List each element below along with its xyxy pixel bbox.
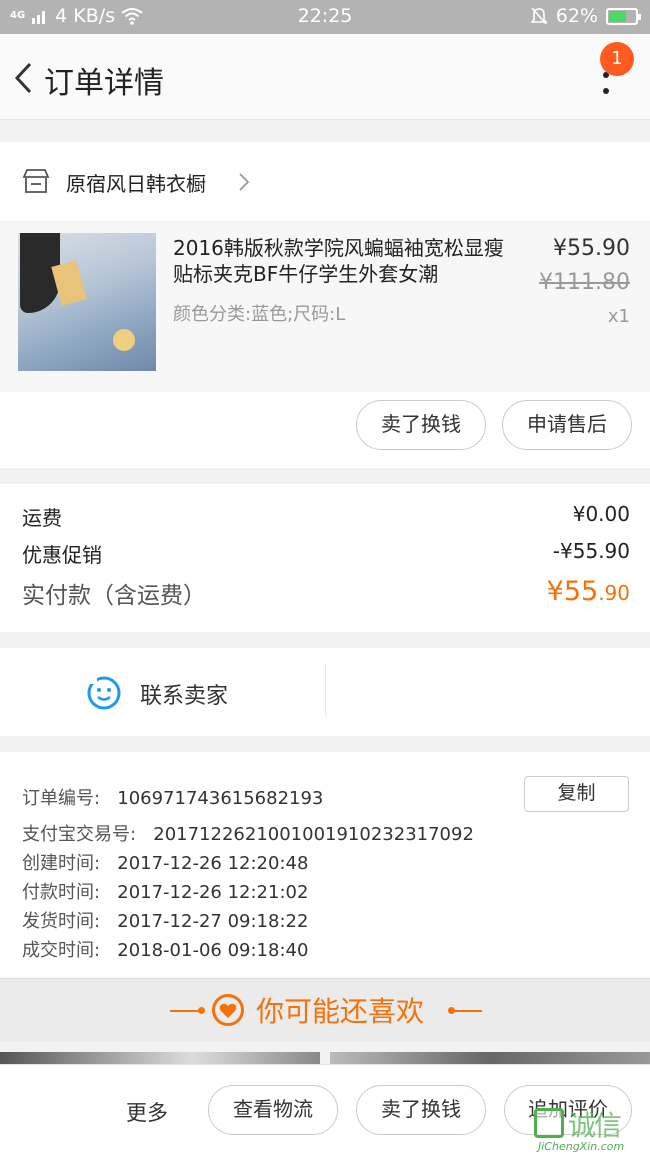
shipped-time: 2017-12-27 09:18:22 bbox=[117, 911, 309, 932]
completed-label: 成交时间: bbox=[22, 940, 101, 961]
order-number: 106971743615682193 bbox=[117, 788, 324, 809]
alipay-label: 支付宝交易号: bbox=[22, 824, 137, 845]
watermark-logo: 诚信 JiChengXin.com bbox=[534, 1100, 650, 1155]
watermark-url: JiChengXin.com bbox=[538, 1140, 625, 1153]
chat-smile-icon[interactable] bbox=[86, 674, 122, 710]
total-integer: ¥55 bbox=[546, 576, 599, 607]
discount-value: -¥55.90 bbox=[552, 539, 630, 563]
total-decimal: .90 bbox=[598, 581, 630, 605]
copy-button[interactable]: 复制 bbox=[524, 776, 629, 812]
more-button[interactable]: 更多 bbox=[126, 1097, 168, 1127]
completed-row: 成交时间: 2018-01-06 09:18:40 bbox=[22, 936, 308, 962]
product-image[interactable] bbox=[18, 233, 156, 371]
back-arrow-icon[interactable] bbox=[10, 58, 40, 98]
completed-time: 2018-01-06 09:18:40 bbox=[117, 940, 309, 961]
shop-name[interactable]: 原宿风日韩衣橱 bbox=[66, 168, 206, 197]
shipping-label: 运费 bbox=[22, 506, 62, 530]
store-icon bbox=[22, 169, 50, 193]
battery-icon bbox=[606, 7, 641, 25]
sell-exchange-button[interactable]: 卖了换钱 bbox=[356, 400, 486, 450]
shipping-row: 运费 ¥0.00 bbox=[22, 502, 630, 531]
shipped-label: 发货时间: bbox=[22, 911, 101, 932]
paid-time: 2017-12-26 12:21:02 bbox=[117, 882, 309, 903]
shipping-value: ¥0.00 bbox=[572, 502, 630, 526]
order-number-row: 订单编号: 106971743615682193 bbox=[22, 784, 323, 810]
total-value: ¥55.90 bbox=[547, 576, 630, 607]
after-sale-button[interactable]: 申请售后 bbox=[502, 400, 632, 450]
product-original-price: ¥111.80 bbox=[539, 270, 630, 295]
contact-divider bbox=[325, 664, 326, 716]
page-title: 订单详情 bbox=[44, 66, 164, 101]
decor-dot-left bbox=[198, 1007, 205, 1014]
order-number-label: 订单编号: bbox=[22, 788, 101, 809]
sell-exchange-button-bottom[interactable]: 卖了换钱 bbox=[356, 1085, 486, 1135]
contact-card: 联系卖家 bbox=[0, 648, 650, 736]
battery-percent: 62% bbox=[555, 5, 598, 27]
paid-row: 付款时间: 2017-12-26 12:21:02 bbox=[22, 878, 308, 904]
watermark-box-icon bbox=[534, 1108, 564, 1138]
recommend-header: 你可能还喜欢 bbox=[0, 978, 650, 1042]
fee-card: 运费 ¥0.00 优惠促销 -¥55.90 实付款（含运费） ¥55.90 bbox=[0, 484, 650, 632]
alipay-number: 2017122621001001910232317092 bbox=[153, 824, 474, 845]
product-row[interactable]: 2016韩版秋款学院风蝙蝠袖宽松显瘦贴标夹克BF牛仔学生外套女潮 颜色分类:蓝色… bbox=[0, 222, 650, 392]
created-label: 创建时间: bbox=[22, 853, 101, 874]
recommend-title: 你可能还喜欢 bbox=[256, 995, 425, 1028]
shop-header[interactable]: 原宿风日韩衣橱 bbox=[0, 142, 650, 222]
product-quantity: x1 bbox=[607, 306, 630, 327]
product-title[interactable]: 2016韩版秋款学院风蝙蝠袖宽松显瘦贴标夹克BF牛仔学生外套女潮 bbox=[173, 235, 513, 287]
contact-seller-button[interactable]: 联系卖家 bbox=[140, 678, 228, 710]
view-logistics-button[interactable]: 查看物流 bbox=[208, 1085, 338, 1135]
total-row: 实付款（含运费） ¥55.90 bbox=[22, 576, 630, 610]
decor-line-right bbox=[452, 1010, 482, 1012]
total-label: 实付款（含运费） bbox=[22, 583, 206, 609]
created-row: 创建时间: 2017-12-26 12:20:48 bbox=[22, 849, 308, 875]
watermark-text: 诚信 bbox=[568, 1109, 622, 1142]
status-bar: 4G 4 KB/s 22:25 62% bbox=[0, 0, 650, 34]
notification-badge: 1 bbox=[600, 42, 634, 76]
product-price: ¥55.90 bbox=[553, 236, 630, 261]
status-right: 62% bbox=[529, 5, 641, 27]
decor-line-left bbox=[170, 1010, 200, 1012]
product-spec: 颜色分类:蓝色;尺码:L bbox=[173, 304, 346, 325]
nav-bar: 订单详情 1 bbox=[0, 34, 650, 120]
discount-row: 优惠促销 -¥55.90 bbox=[22, 539, 630, 568]
mute-bell-icon bbox=[529, 7, 548, 25]
shipped-row: 发货时间: 2017-12-27 09:18:22 bbox=[22, 907, 308, 933]
paid-label: 付款时间: bbox=[22, 882, 101, 903]
chevron-right-icon bbox=[239, 173, 250, 191]
alipay-row: 支付宝交易号: 2017122621001001910232317092 bbox=[22, 820, 474, 846]
discount-label: 优惠促销 bbox=[22, 543, 102, 567]
created-time: 2017-12-26 12:20:48 bbox=[117, 853, 309, 874]
heart-circle-icon bbox=[212, 994, 244, 1026]
